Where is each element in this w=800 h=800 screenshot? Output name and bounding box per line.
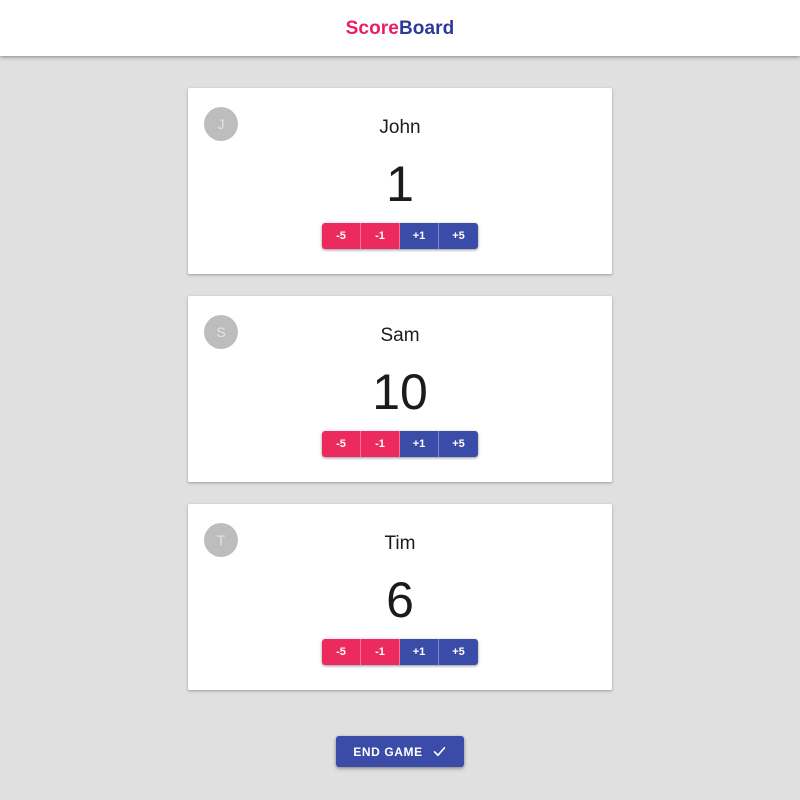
score-button-plus-5[interactable]: +5: [439, 639, 478, 665]
player-score: 6: [386, 572, 414, 628]
score-button-plus-5[interactable]: +5: [439, 223, 478, 249]
score-button-plus-1[interactable]: +1: [400, 223, 439, 249]
player-name: Tim: [384, 533, 416, 554]
avatar: J: [204, 107, 238, 141]
score-button-plus-1[interactable]: +1: [400, 431, 439, 457]
score-button-minus-1[interactable]: -1: [361, 431, 400, 457]
app-title-board: Board: [398, 17, 455, 39]
player-name: John: [379, 117, 421, 138]
player-score: 1: [386, 156, 414, 212]
app-header: ScoreBoard: [0, 0, 800, 56]
end-game-button[interactable]: END GAME: [336, 736, 464, 767]
score-button-group: -5 -1 +1 +5: [322, 431, 478, 457]
score-button-group: -5 -1 +1 +5: [322, 223, 478, 249]
score-button-minus-5[interactable]: -5: [322, 223, 361, 249]
footer-actions: END GAME: [336, 736, 464, 767]
avatar: T: [204, 523, 238, 557]
app-title: ScoreBoard: [346, 19, 455, 38]
player-card: J John 1 -5 -1 +1 +5: [188, 88, 612, 274]
score-button-group: -5 -1 +1 +5: [322, 639, 478, 665]
score-button-plus-5[interactable]: +5: [439, 431, 478, 457]
player-card: S Sam 10 -5 -1 +1 +5: [188, 296, 612, 482]
end-game-label: END GAME: [353, 744, 423, 759]
player-name: Sam: [380, 325, 420, 346]
app-title-score: Score: [345, 17, 399, 39]
player-score: 10: [372, 364, 428, 420]
score-button-minus-1[interactable]: -1: [361, 639, 400, 665]
score-button-minus-5[interactable]: -5: [322, 639, 361, 665]
player-card: T Tim 6 -5 -1 +1 +5: [188, 504, 612, 690]
score-button-minus-1[interactable]: -1: [361, 223, 400, 249]
avatar: S: [204, 315, 238, 349]
player-list: J John 1 -5 -1 +1 +5 S Sam 10 -5 -1 +1 +…: [0, 56, 800, 767]
score-button-plus-1[interactable]: +1: [400, 639, 439, 665]
score-button-minus-5[interactable]: -5: [322, 431, 361, 457]
check-icon: [432, 744, 447, 759]
